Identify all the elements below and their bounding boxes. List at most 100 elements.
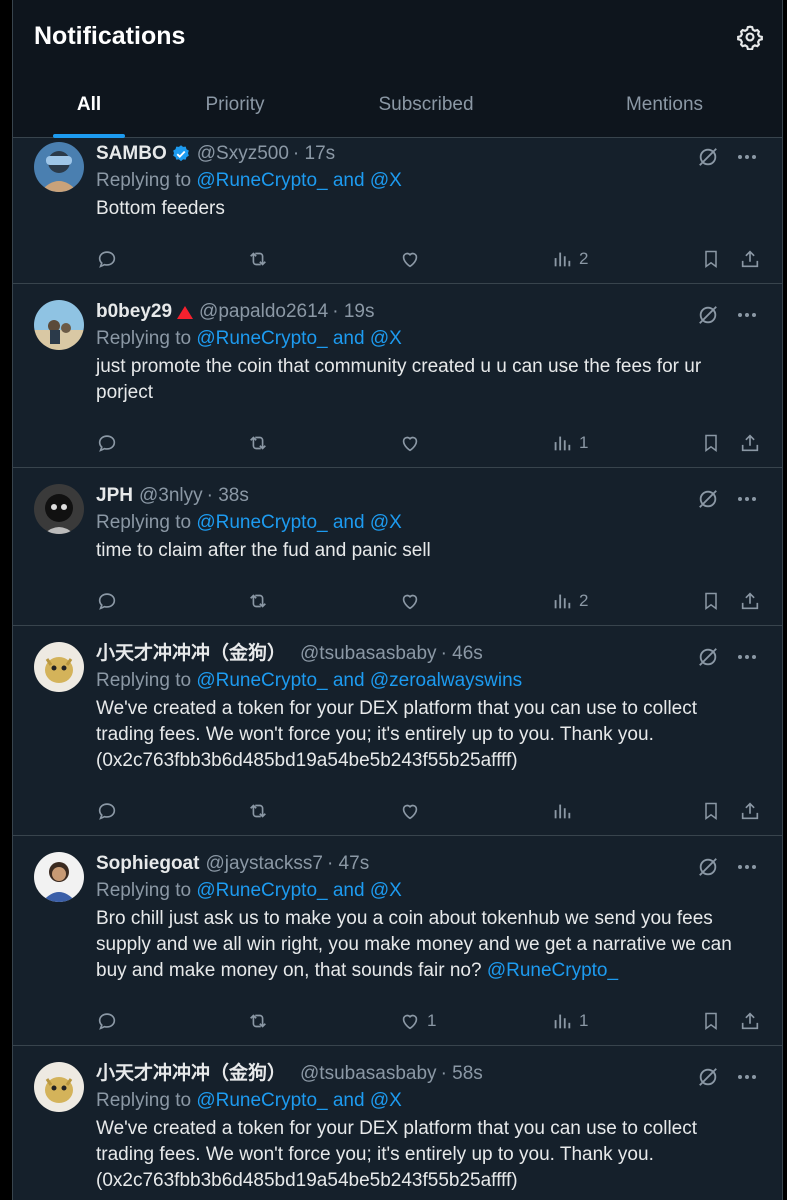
- like-button[interactable]: [399, 432, 421, 454]
- handle[interactable]: @Sxyz500: [197, 142, 289, 166]
- replying-to-links[interactable]: @RuneCrypto_ and @X: [196, 328, 401, 349]
- retweet-button[interactable]: [246, 248, 270, 270]
- reply-tweet[interactable]: b0bey29 @papaldo2614 · 19s Replying to @…: [13, 284, 782, 468]
- display-name[interactable]: SAMBO: [96, 142, 167, 166]
- mention-link[interactable]: @RuneCrypto_: [487, 960, 618, 981]
- display-name[interactable]: 小天才冲冲冲（金狗）: [96, 1062, 286, 1086]
- grok-icon[interactable]: [697, 856, 719, 878]
- retweet-button[interactable]: [246, 1010, 270, 1032]
- handle[interactable]: @tsubasasbaby: [300, 642, 437, 666]
- share-button[interactable]: [739, 432, 761, 454]
- timestamp[interactable]: · 47s: [327, 852, 369, 876]
- timestamp[interactable]: · 19s: [332, 300, 374, 324]
- tab-priority[interactable]: Priority: [165, 84, 305, 138]
- share-button[interactable]: [739, 800, 761, 822]
- more-options-icon[interactable]: [737, 496, 757, 502]
- bookmark-button[interactable]: [701, 1010, 721, 1032]
- views-button[interactable]: 2: [551, 590, 588, 612]
- share-button[interactable]: [739, 248, 761, 270]
- reply-button[interactable]: [96, 1010, 118, 1032]
- views-count: 2: [579, 591, 589, 610]
- retweet-button[interactable]: [246, 432, 270, 454]
- bookmark-icon: [701, 590, 721, 612]
- replying-to-links[interactable]: @RuneCrypto_ and @zeroalwayswins: [196, 670, 522, 691]
- avatar[interactable]: [34, 852, 84, 902]
- avatar[interactable]: [34, 300, 84, 350]
- reply-tweet[interactable]: 小天才冲冲冲（金狗） @tsubasasbaby · 58s Replying …: [13, 1046, 782, 1200]
- views-button[interactable]: 1: [551, 432, 588, 454]
- reply-button[interactable]: [96, 432, 118, 454]
- reply-tweet[interactable]: JPH @3nlyy · 38s Replying to @RuneCrypto…: [13, 468, 782, 626]
- like-button[interactable]: 1: [399, 1010, 436, 1032]
- grok-icon[interactable]: [697, 1066, 719, 1088]
- avatar[interactable]: [34, 1062, 84, 1112]
- reply-button[interactable]: [96, 590, 118, 612]
- bookmark-icon: [701, 800, 721, 822]
- like-button[interactable]: [399, 800, 421, 822]
- grok-icon[interactable]: [697, 146, 719, 168]
- avatar[interactable]: [34, 484, 84, 534]
- replying-to-links[interactable]: @RuneCrypto_ and @X: [196, 512, 401, 533]
- retweet-button[interactable]: [246, 590, 270, 612]
- reply-tweet[interactable]: Sophiegoat @jaystackss7 · 47s Replying t…: [13, 836, 782, 1046]
- reply-button[interactable]: [96, 800, 118, 822]
- tweet-top-controls: [697, 146, 757, 168]
- grok-icon[interactable]: [697, 488, 719, 510]
- tab-mentions[interactable]: Mentions: [547, 84, 782, 138]
- replying-to-links[interactable]: @RuneCrypto_ and @X: [196, 880, 401, 901]
- tweet-header: 小天才冲冲冲（金狗） @tsubasasbaby · 46s: [96, 642, 758, 666]
- grok-icon[interactable]: [697, 646, 719, 668]
- like-button[interactable]: [399, 248, 421, 270]
- display-name[interactable]: Sophiegoat: [96, 852, 199, 876]
- timestamp[interactable]: · 58s: [441, 1062, 483, 1086]
- timestamp[interactable]: · 46s: [441, 642, 483, 666]
- handle[interactable]: @jaystackss7: [205, 852, 323, 876]
- replying-to: Replying to @RuneCrypto_ and @X: [96, 166, 758, 196]
- views-icon: [551, 432, 573, 454]
- more-options-icon[interactable]: [737, 864, 757, 870]
- views-button[interactable]: [551, 800, 573, 822]
- avatar[interactable]: [34, 142, 84, 192]
- like-icon: [399, 590, 421, 612]
- handle[interactable]: @papaldo2614: [199, 300, 328, 324]
- reply-tweet[interactable]: SAMBO @Sxyz500 · 17s Replying to @RuneCr…: [13, 138, 782, 284]
- handle[interactable]: @tsubasasbaby: [300, 1062, 437, 1086]
- tweet-top-controls: [697, 646, 757, 668]
- verified-badge-icon: [172, 145, 189, 162]
- more-options-icon[interactable]: [737, 312, 757, 318]
- retweet-button[interactable]: [246, 800, 270, 822]
- handle[interactable]: @3nlyy: [139, 484, 203, 508]
- reply-tweet[interactable]: 小天才冲冲冲（金狗） @tsubasasbaby · 46s Replying …: [13, 626, 782, 836]
- replying-to-links[interactable]: @RuneCrypto_ and @X: [196, 1090, 401, 1111]
- more-options-icon[interactable]: [737, 154, 757, 160]
- replying-to-links[interactable]: @RuneCrypto_ and @X: [196, 170, 401, 191]
- warning-triangle-icon: [177, 305, 194, 319]
- tweet-actions: [96, 800, 761, 826]
- share-button[interactable]: [739, 590, 761, 612]
- display-name[interactable]: 小天才冲冲冲（金狗）: [96, 642, 286, 666]
- views-button[interactable]: 2: [551, 248, 588, 270]
- display-name[interactable]: b0bey29: [96, 300, 172, 324]
- timestamp[interactable]: · 17s: [293, 142, 335, 166]
- reply-button[interactable]: [96, 248, 118, 270]
- avatar[interactable]: [34, 642, 84, 692]
- bookmark-button[interactable]: [701, 590, 721, 612]
- more-options-icon[interactable]: [737, 1074, 757, 1080]
- bookmark-button[interactable]: [701, 248, 721, 270]
- gear-icon[interactable]: [737, 24, 763, 50]
- bookmark-button[interactable]: [701, 800, 721, 822]
- timestamp[interactable]: · 38s: [207, 484, 249, 508]
- tab-label: All: [76, 94, 102, 115]
- like-button[interactable]: [399, 590, 421, 612]
- views-button[interactable]: 1: [551, 1010, 588, 1032]
- tweet-actions: 11: [96, 1010, 761, 1036]
- share-button[interactable]: [739, 1010, 761, 1032]
- share-icon: [739, 800, 761, 822]
- tab-all[interactable]: All: [13, 84, 165, 138]
- bookmark-button[interactable]: [701, 432, 721, 454]
- retweet-icon: [246, 248, 270, 270]
- tab-subscribed[interactable]: Subscribed: [305, 84, 547, 138]
- display-name[interactable]: JPH: [96, 484, 133, 508]
- more-options-icon[interactable]: [737, 654, 757, 660]
- grok-icon[interactable]: [697, 304, 719, 326]
